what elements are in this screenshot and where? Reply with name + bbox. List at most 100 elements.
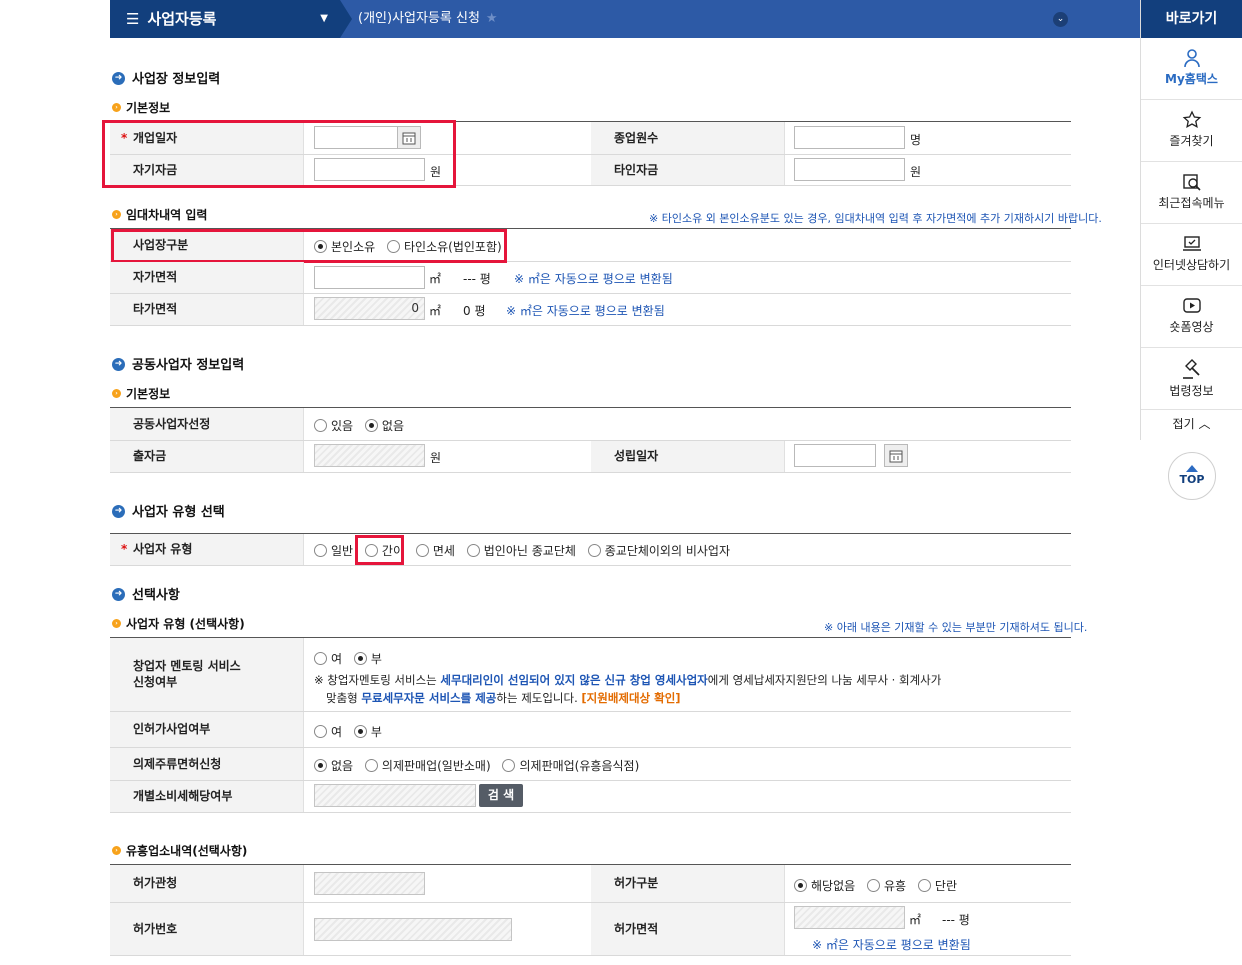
chevron-up-icon: ︿ — [1198, 417, 1211, 431]
own-area-pyeong: --- 평 — [463, 272, 491, 286]
sidebar-item-my-hometax[interactable]: My홈택스 — [1141, 38, 1242, 100]
radio-label: 없음 — [381, 419, 405, 433]
radio-kind-none[interactable]: 해당없음 — [794, 879, 855, 893]
label-text: 개별소비세해당여부 — [133, 789, 233, 803]
radio-button[interactable] — [917, 879, 931, 892]
radio-liquor-none[interactable]: 없음 — [314, 759, 353, 773]
established-date-input[interactable] — [794, 444, 876, 467]
star-icon — [1182, 110, 1201, 128]
radio-others-property[interactable]: 타인소유(법인포함) — [387, 240, 502, 254]
radio-type-general[interactable]: 일반 — [314, 544, 353, 558]
search-button[interactable]: 검 색 — [479, 784, 523, 807]
radio-button[interactable] — [364, 544, 378, 557]
radio-button[interactable] — [314, 240, 327, 253]
label-permit-number: 허가번호 — [110, 903, 304, 955]
joint-select-radio-group: 있음 없음 — [314, 417, 412, 434]
unit-sqm: ㎡ — [429, 304, 442, 318]
chevron-down-icon[interactable]: ⌄ — [1053, 12, 1068, 27]
own-area-input[interactable] — [314, 266, 425, 289]
radio-kind-entertainment[interactable]: 유흥 — [867, 879, 906, 893]
label-other-area: 타가면적 — [110, 294, 304, 325]
radio-button[interactable] — [387, 240, 400, 253]
radio-liquor-entertainment[interactable]: 의제판매업(유흥음식점) — [502, 759, 639, 773]
row-divider — [110, 325, 1071, 326]
radio-joint-no[interactable]: 없음 — [364, 419, 405, 433]
subsection-lease: › 임대차내역 입력 — [112, 206, 207, 223]
radio-button[interactable] — [353, 652, 367, 665]
radio-type-simplified[interactable]: 간이 — [364, 544, 404, 558]
radio-button[interactable] — [314, 759, 327, 772]
row-divider — [110, 185, 1071, 186]
radio-button[interactable] — [314, 544, 327, 557]
excise-tax-input — [314, 784, 476, 807]
radio-button[interactable] — [314, 419, 327, 432]
label-license-business: 인허가사업여부 — [110, 712, 304, 747]
radio-button[interactable] — [314, 652, 327, 665]
recent-menu-icon — [1182, 174, 1201, 191]
radio-label: 유흥 — [884, 879, 907, 893]
radio-label: 여 — [331, 725, 343, 739]
radio-label: 있음 — [331, 419, 354, 433]
radio-joint-yes[interactable]: 있음 — [314, 419, 353, 433]
bullet-icon: › — [112, 389, 121, 398]
label-text: 개업일자 — [133, 131, 178, 145]
fold-label: 접기 — [1172, 417, 1195, 431]
menu-dropdown-button[interactable]: ☰ 사업자등록 ▼ — [110, 0, 340, 38]
sidebar-item-label: 인터넷상담하기 — [1152, 258, 1231, 272]
radio-license-no[interactable]: 부 — [353, 725, 382, 739]
section-title-business-type: ➜ 사업자 유형 선택 — [112, 501, 225, 520]
label-open-date: * 개업일자 — [110, 122, 304, 154]
other-area-pyeong: 0 평 — [463, 304, 486, 318]
radio-button[interactable] — [867, 879, 880, 892]
menu-title: 사업자등록 — [147, 10, 217, 28]
radio-button[interactable] — [364, 759, 378, 772]
radio-kind-karaoke[interactable]: 단란 — [917, 879, 957, 893]
sidebar-item-recent-menu[interactable]: 최근접속메뉴 — [1141, 162, 1242, 224]
unit-sqm: ㎡ — [429, 272, 442, 286]
radio-type-non-business[interactable]: 종교단체이외의 비사업자 — [587, 544, 730, 558]
sidebar-item-favorites[interactable]: 즐겨찾기 — [1141, 100, 1242, 162]
open-date-input[interactable] — [314, 126, 398, 149]
other-fund-input[interactable] — [794, 158, 905, 181]
radio-mentoring-yes[interactable]: 여 — [314, 652, 342, 666]
sidebar-item-law-info[interactable]: 법령정보 — [1141, 348, 1242, 410]
calendar-icon[interactable] — [884, 444, 908, 467]
section-title-optional: ➜ 선택사항 — [112, 584, 180, 603]
radio-label: 일반 — [331, 544, 354, 558]
label-text: 자기자금 — [133, 163, 178, 177]
employees-input[interactable] — [794, 126, 905, 149]
license-radio-group: 여 부 — [314, 723, 390, 740]
radio-type-exempt[interactable]: 면세 — [415, 544, 455, 558]
radio-type-religious[interactable]: 법인아닌 종교단체 — [466, 544, 576, 558]
breadcrumb-label: (개인)사업자등록 신청 — [358, 11, 480, 26]
section-title-joint-business: ➜ 공동사업자 정보입력 — [112, 354, 244, 373]
radio-button[interactable] — [314, 725, 327, 738]
exclusion-check-link[interactable]: [지원배제대상 확인] — [581, 691, 680, 705]
radio-button[interactable] — [466, 544, 480, 557]
radio-license-yes[interactable]: 여 — [314, 725, 342, 739]
radio-button[interactable] — [353, 725, 367, 738]
radio-button[interactable] — [794, 879, 807, 892]
label-text: 사업자 유형 — [133, 542, 193, 556]
favorite-star-icon[interactable]: ★ — [486, 11, 498, 26]
radio-own-property[interactable]: 본인소유 — [314, 240, 375, 254]
radio-button[interactable] — [364, 419, 378, 432]
radio-button[interactable] — [587, 544, 601, 557]
sidebar-item-online-consult[interactable]: 인터넷상담하기 — [1141, 224, 1242, 286]
radio-liquor-retail[interactable]: 의제판매업(일반소매) — [364, 759, 491, 773]
sidebar-item-label: 최근접속메뉴 — [1158, 196, 1225, 210]
calendar-icon[interactable] — [397, 126, 421, 149]
mentoring-radio-group: 여 부 — [314, 650, 390, 667]
radio-label: 면세 — [432, 544, 455, 558]
label-established-date: 성립일자 — [591, 441, 785, 472]
own-fund-input[interactable] — [314, 158, 425, 181]
unit-persons: 명 — [910, 133, 922, 147]
scroll-top-button[interactable]: TOP — [1168, 452, 1216, 500]
radio-button[interactable] — [415, 544, 429, 557]
sidebar-item-shorts[interactable]: 숏폼영상 — [1141, 286, 1242, 348]
fold-button[interactable]: 접기 ︿ — [1141, 410, 1242, 438]
label-text: 공동사업자선정 — [133, 417, 211, 431]
radio-button[interactable] — [502, 759, 516, 772]
breadcrumb[interactable]: (개인)사업자등록 신청 ★ — [358, 0, 498, 38]
radio-mentoring-no[interactable]: 부 — [353, 652, 382, 666]
